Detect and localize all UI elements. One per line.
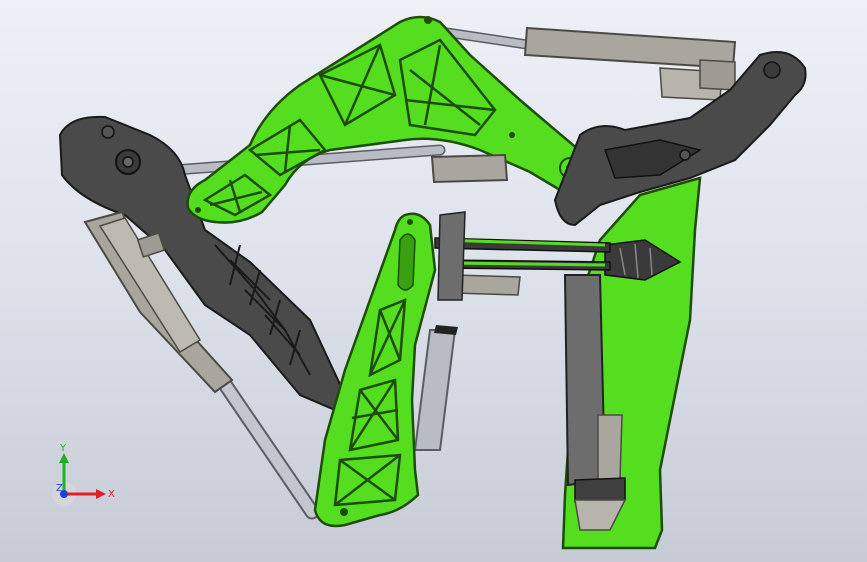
axis-triad: Y X Z [52,443,115,506]
mid-actuator[interactable] [430,153,509,184]
model-viewport[interactable]: Y X Z [0,0,867,562]
x-axis-label: X [108,489,115,500]
top-actuator[interactable] [523,26,737,101]
y-axis-label: Y [59,443,67,454]
leg-mechanism-model[interactable] [0,0,867,562]
right-green-shin[interactable] [561,176,702,550]
y-arrowhead-icon [59,453,69,463]
x-arrowhead-icon [96,489,106,499]
z-axis-label: Z [56,483,63,494]
